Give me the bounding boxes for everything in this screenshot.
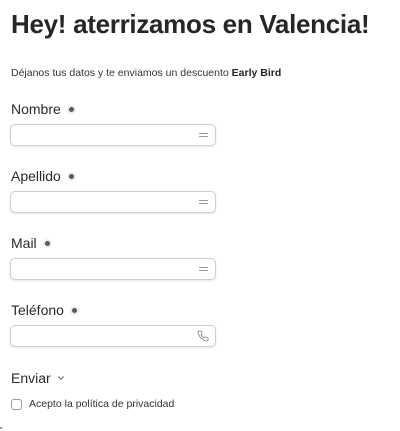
telefono-label: Teléfono [11,301,77,319]
phone-icon [197,330,209,342]
mail-label: Mail [11,234,50,252]
mail-label-text: Mail [11,235,37,251]
submit-button-label: Enviar [11,370,51,386]
apellido-label-text: Apellido [11,168,61,184]
telefono-label-text: Teléfono [11,302,64,318]
nombre-input[interactable] [17,127,193,143]
apellido-input[interactable] [17,194,193,210]
submit-button[interactable]: Enviar [11,369,65,387]
contact-card-icon [199,133,208,137]
contact-card-icon [199,200,208,204]
required-indicator-icon [44,240,50,246]
privacy-consent-label: Acepto la política de privacidad [29,398,175,410]
telefono-input[interactable] [17,328,193,344]
nombre-field[interactable] [10,124,216,146]
privacy-checkbox[interactable] [11,398,22,410]
subtitle-highlight: Early Bird [231,67,282,79]
page-subtitle: Déjanos tus datos y te enviamos un descu… [11,66,281,80]
mail-input[interactable] [17,261,193,277]
telefono-field[interactable] [10,325,216,347]
privacy-consent: Acepto la política de privacidad [11,397,174,411]
mail-field[interactable] [10,258,216,280]
corner-artifact [0,427,2,429]
apellido-field[interactable] [10,191,216,213]
required-indicator-icon [68,106,74,112]
apellido-label: Apellido [11,167,74,185]
nombre-label-text: Nombre [11,101,61,117]
required-indicator-icon [68,173,74,179]
page-title: Hey! aterrizamos en Valencia! [11,9,370,39]
subtitle-text: Déjanos tus datos y te enviamos un descu… [11,67,232,79]
nombre-label: Nombre [11,100,74,118]
contact-card-icon [199,267,208,271]
required-indicator-icon [71,307,77,313]
chevron-down-icon [57,376,64,380]
